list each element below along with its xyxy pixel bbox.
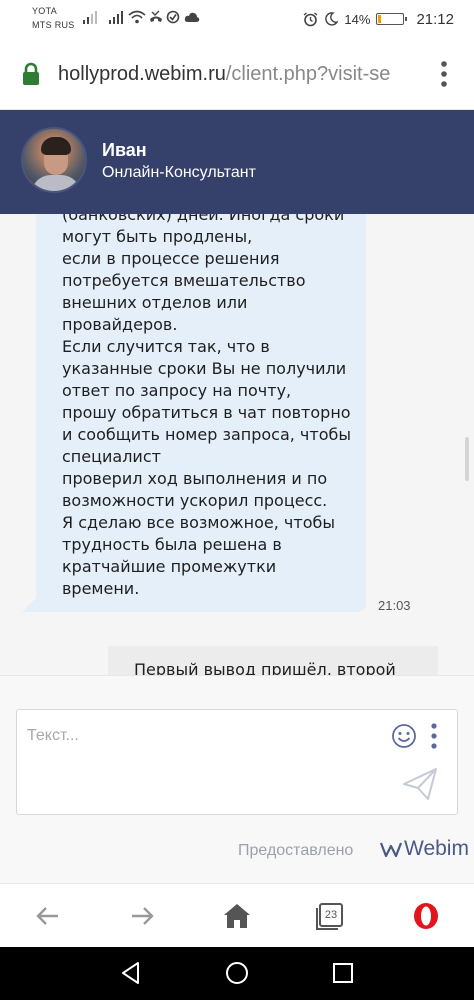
signal-icon — [109, 11, 123, 24]
system-nav-bar — [0, 947, 474, 1000]
user-message-bubble: Первый вывод пришёл, второй — [108, 646, 438, 675]
scrollbar-thumb[interactable] — [465, 437, 469, 481]
cloud-icon — [184, 12, 200, 22]
operator-role: Онлайн-Консультант — [102, 164, 256, 181]
send-icon[interactable] — [401, 766, 439, 802]
chat-header: Иван Онлайн-Консультант — [0, 110, 474, 214]
alarm-off-icon — [166, 10, 180, 24]
system-back-icon[interactable] — [118, 960, 144, 986]
alarm-icon — [303, 11, 318, 26]
battery-percent: 14% — [344, 11, 371, 27]
system-recents-icon[interactable] — [330, 960, 356, 986]
browser-url-bar[interactable]: hollyprod.webim.ru/client.php?visit-se — [0, 38, 474, 110]
operator-message-bubble: (банковских) дней. Иногда сроки могут бы… — [22, 214, 366, 612]
operator-message-text: (банковских) дней. Иногда сроки могут бы… — [62, 214, 351, 598]
forward-arrow-icon[interactable] — [126, 900, 158, 932]
carrier-1-label: YOTA — [32, 6, 58, 16]
carrier-2-label: MTS RUS — [32, 20, 75, 30]
battery-fill — [378, 15, 382, 23]
missed-call-icon — [150, 10, 162, 22]
avatar-hair — [41, 137, 71, 155]
home-icon[interactable] — [221, 900, 253, 932]
message-composer: Предоставлено Webim — [0, 675, 474, 883]
user-message-text: Первый вывод пришёл, второй — [134, 660, 396, 675]
overflow-menu-icon[interactable] — [440, 60, 448, 88]
back-arrow-icon[interactable] — [32, 900, 64, 932]
emoji-icon[interactable] — [391, 723, 417, 749]
wifi-icon — [128, 10, 146, 24]
moon-icon — [325, 12, 339, 26]
clock: 21:12 — [416, 10, 454, 28]
message-list[interactable]: (банковских) дней. Иногда сроки могут бы… — [0, 214, 474, 675]
webim-mark-icon — [380, 842, 402, 858]
battery-icon — [376, 13, 408, 25]
message-timestamp: 21:03 — [378, 598, 411, 613]
operator-avatar — [21, 127, 87, 193]
status-bar: YOTA MTS RUS 14% 21:12 — [0, 0, 474, 38]
system-home-icon[interactable] — [224, 960, 250, 986]
url-text[interactable]: hollyprod.webim.ru/client.php?visit-se — [58, 63, 418, 86]
webim-logo[interactable]: Webim — [380, 836, 469, 862]
tabs-count: 23 — [324, 909, 338, 921]
signal-icon — [83, 11, 97, 24]
operator-name: Иван — [102, 140, 147, 160]
url-path: /client.php?visit-se — [225, 63, 391, 85]
webim-wordmark: Webim — [404, 837, 469, 860]
more-options-icon[interactable] — [429, 722, 439, 750]
avatar-body — [31, 175, 81, 191]
message-input[interactable] — [27, 724, 387, 748]
message-input-box[interactable] — [16, 709, 458, 815]
opera-menu-icon[interactable] — [410, 900, 442, 932]
tabs-button[interactable]: 23 — [316, 900, 348, 932]
browser-toolbar: 23 — [0, 883, 474, 947]
url-host: hollyprod.webim.ru — [58, 63, 226, 85]
lock-icon[interactable] — [22, 62, 40, 86]
powered-by-label: Предоставлено — [238, 842, 354, 859]
